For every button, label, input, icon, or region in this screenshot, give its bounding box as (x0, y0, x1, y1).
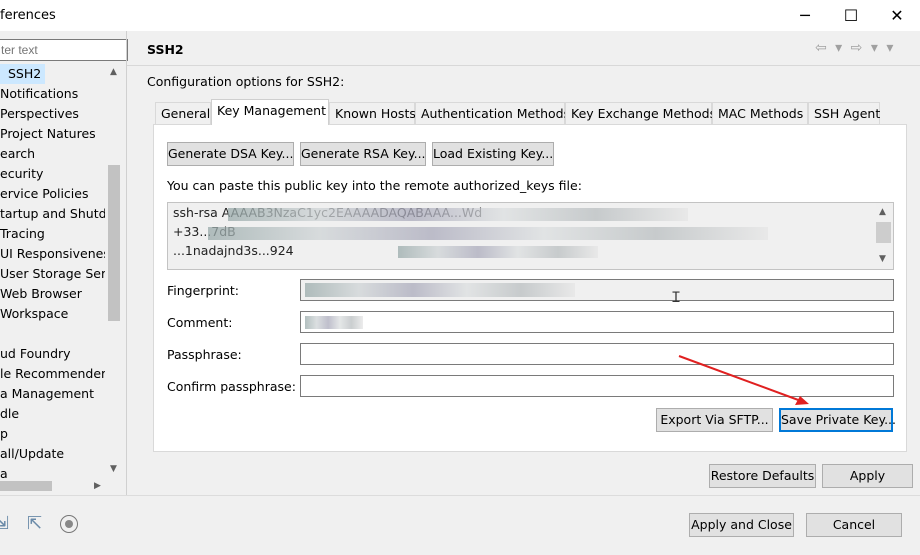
apply-button[interactable]: Apply (822, 464, 913, 488)
import-icon[interactable]: ⇲ (0, 513, 9, 534)
apply-and-close-button[interactable]: Apply and Close (689, 513, 794, 537)
cancel-button[interactable]: Cancel (806, 513, 902, 537)
record-icon[interactable] (60, 515, 78, 533)
footer-separator (0, 495, 920, 496)
export-icon[interactable]: ⇱ (27, 513, 42, 534)
tab-key-management[interactable]: Key Management (211, 99, 329, 125)
record-dot (65, 520, 73, 528)
restore-defaults-button[interactable]: Restore Defaults (709, 464, 816, 488)
